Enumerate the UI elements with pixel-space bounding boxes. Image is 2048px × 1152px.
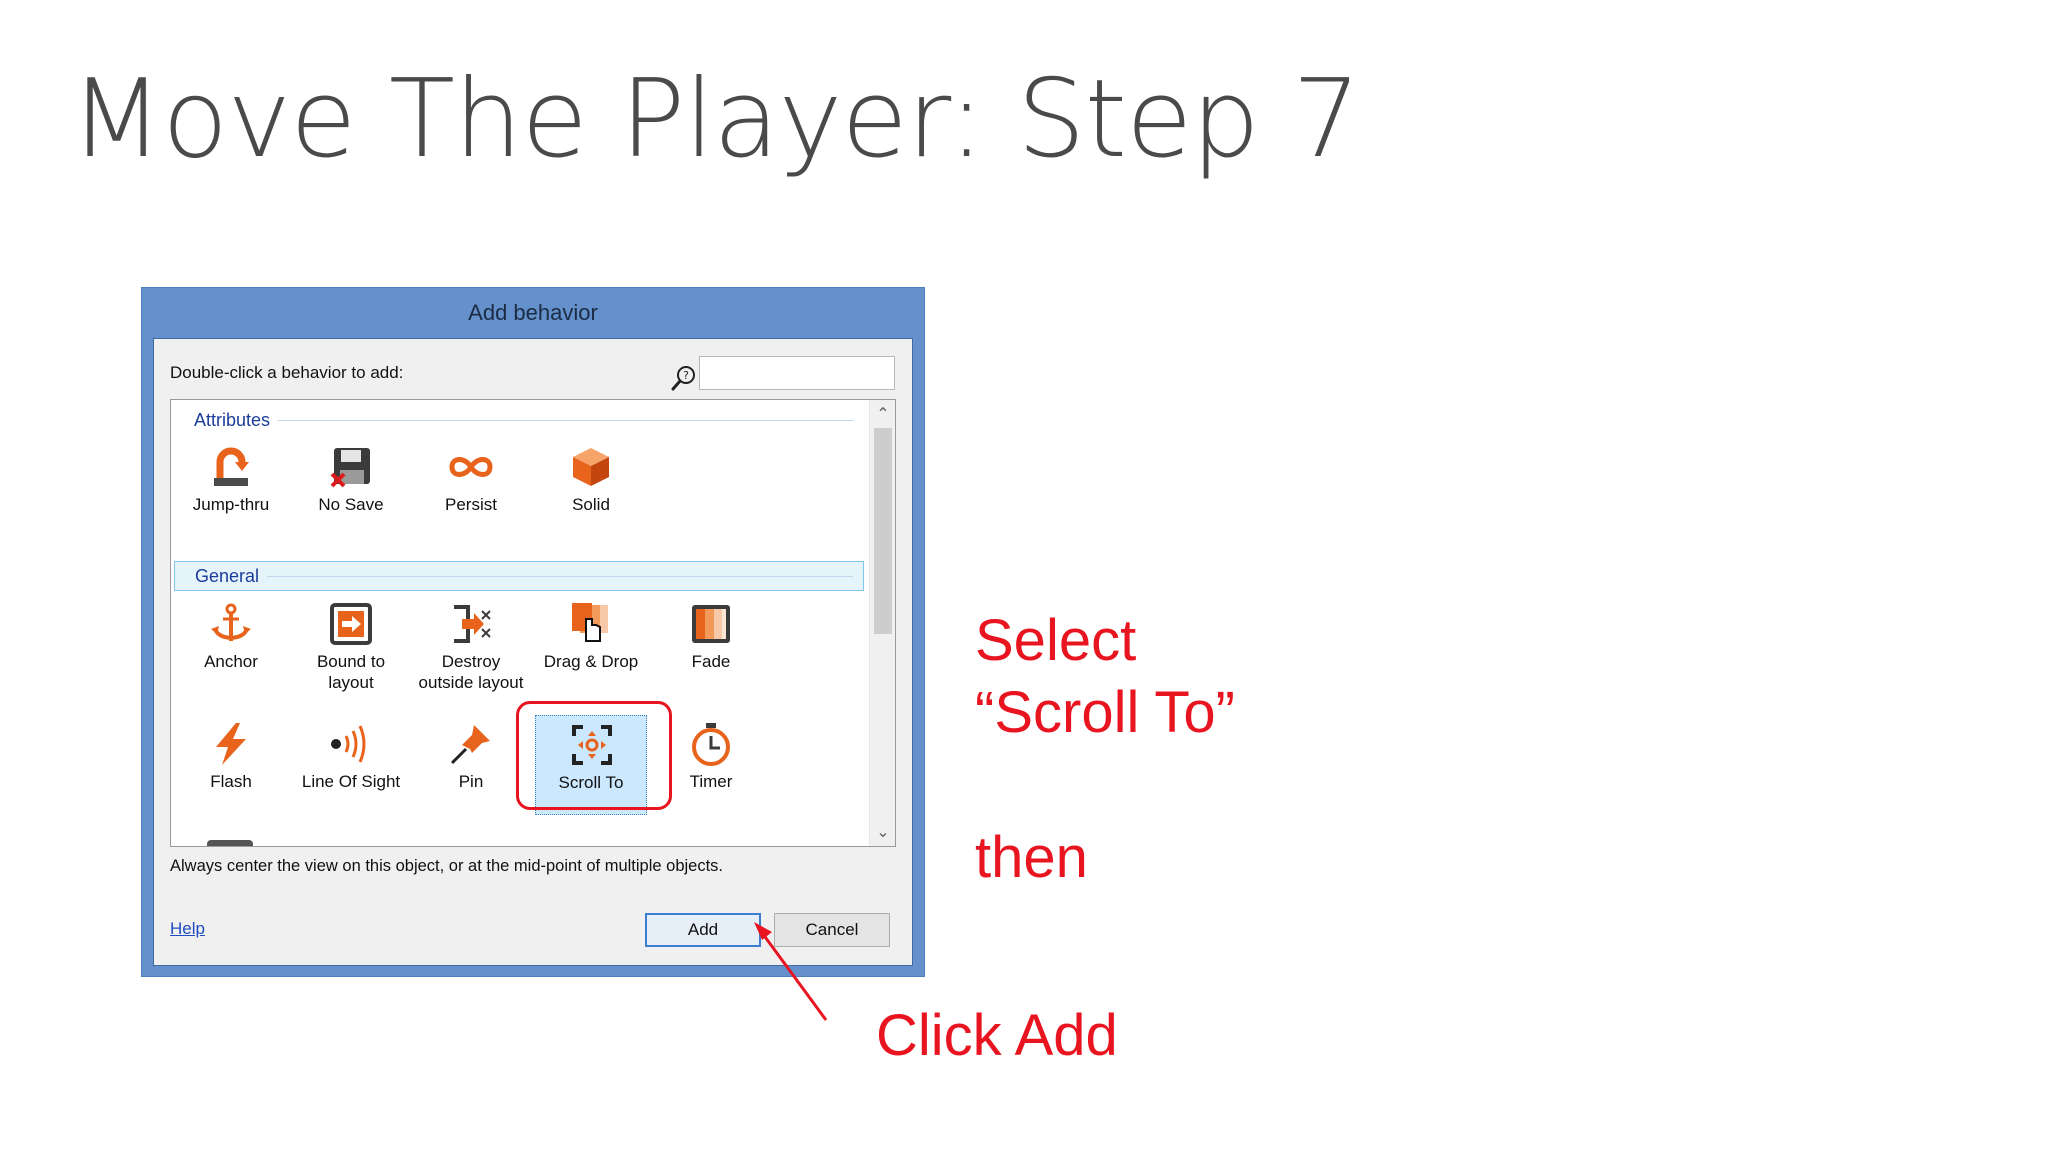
pointer-arrow-icon bbox=[754, 922, 828, 1021]
